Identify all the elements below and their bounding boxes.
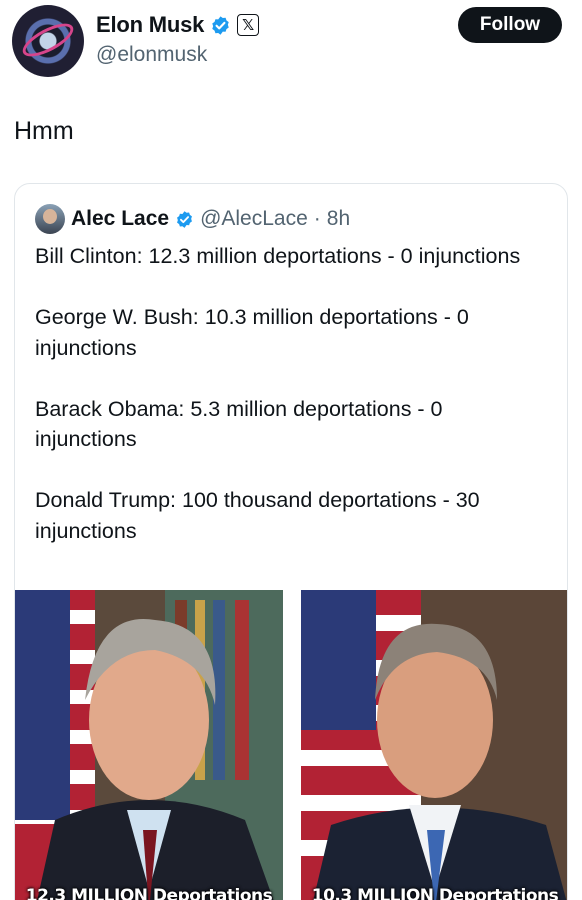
quoted-paragraph: Bill Clinton: 12.3 million deportations …: [35, 244, 521, 268]
quoted-paragraph: Donald Trump: 100 thousand deportations …: [35, 488, 480, 543]
verified-badge-icon: [212, 15, 229, 35]
quoted-tweet[interactable]: Alec Lace @AlecLace · 8h Bill Clinton: 1…: [14, 183, 568, 900]
quoted-author-name[interactable]: Alec Lace: [71, 207, 169, 231]
portrait-image: [301, 590, 567, 900]
quoted-paragraph-text: George W. Bush: 10.3 million deportation…: [35, 305, 469, 360]
dot-separator: ·: [313, 207, 321, 230]
follow-button[interactable]: Follow: [458, 7, 562, 43]
quoted-author-handle[interactable]: @AlecLace: [200, 207, 308, 231]
tweet-text: Hmm: [14, 117, 74, 145]
tweet-header: Elon Musk 𝕏 @elonmusk Follow: [0, 0, 582, 90]
verified-badge-icon: [177, 210, 193, 228]
quoted-paragraph: Barack Obama: 5.3 million deportations -…: [35, 396, 443, 452]
image-caption: 12.3 MILLION Deportations: [25, 886, 273, 900]
quoted-text: Bill Clinton: 12.3 million deportations …: [35, 241, 550, 577]
portrait-image: [15, 590, 283, 900]
x-logo-icon: 𝕏: [237, 14, 260, 36]
quoted-media: 12.3 MILLION Deportations 10.3 MILLION D…: [15, 590, 567, 900]
author-handle[interactable]: @elonmusk: [96, 43, 207, 67]
quoted-author-avatar[interactable]: [35, 204, 65, 234]
quoted-paragraph: George W. Bush: 10.3 million deportation…: [35, 302, 550, 363]
author-name-row: Elon Musk 𝕏: [96, 12, 260, 38]
media-image-left[interactable]: 12.3 MILLION Deportations: [15, 590, 283, 900]
media-image-right[interactable]: 10.3 MILLION Deportations: [301, 590, 567, 900]
image-caption: 10.3 MILLION Deportations: [311, 886, 559, 900]
author-avatar[interactable]: [12, 5, 84, 77]
quoted-header: Alec Lace @AlecLace · 8h: [35, 204, 350, 234]
author-name[interactable]: Elon Musk: [96, 12, 204, 38]
quoted-timestamp[interactable]: 8h: [327, 207, 350, 231]
